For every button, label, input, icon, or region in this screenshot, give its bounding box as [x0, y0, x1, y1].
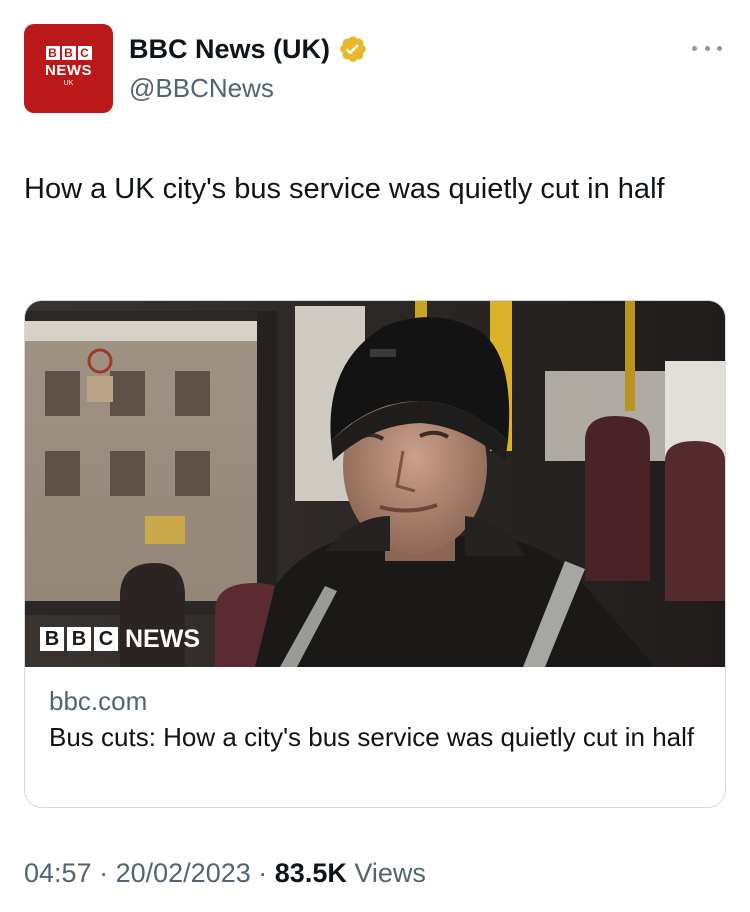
watermark-news-text: NEWS [125, 625, 200, 653]
avatar[interactable]: B B C NEWS UK [24, 24, 113, 113]
bbc-block-2: B [61, 46, 76, 60]
card-domain: bbc.com [49, 686, 148, 716]
card-image[interactable]: B B C NEWS [25, 301, 725, 667]
user-handle[interactable]: @BBCNews [129, 72, 274, 104]
card-photo [25, 301, 725, 667]
tweet-header: B B C NEWS UK BBC News (UK) @BBCNews [24, 24, 726, 116]
more-options-button[interactable] [692, 40, 722, 56]
link-card[interactable]: B B C NEWS bbc.com Bus cuts: How a city'… [24, 300, 726, 808]
tweet-text: How a UK city's bus service was quietly … [24, 173, 665, 205]
meta-separator: · [258, 858, 268, 888]
tweet-time[interactable]: 04:57 [24, 858, 92, 888]
watermark-block-2: B [67, 627, 91, 651]
card-title[interactable]: Bus cuts: How a city's bus service was q… [49, 720, 699, 755]
card-info: bbc.com Bus cuts: How a city's bus servi… [49, 685, 699, 755]
bbc-block-1: B [45, 46, 60, 60]
bbc-logo-blocks: B B C [24, 46, 113, 60]
bbc-block-3: C [77, 46, 92, 60]
watermark-block-1: B [40, 627, 64, 651]
bbc-news-watermark: B B C NEWS [40, 625, 200, 653]
display-name[interactable]: BBC News (UK) [129, 31, 330, 67]
name-row: BBC News (UK) [129, 31, 368, 67]
views-label: Views [354, 858, 426, 888]
watermark-block-3: C [94, 627, 118, 651]
meta-separator: · [99, 858, 109, 888]
more-horizontal-icon [692, 45, 697, 51]
avatar-news-text: NEWS [45, 62, 92, 79]
avatar-region-text: UK [63, 80, 74, 87]
tweet-date[interactable]: 20/02/2023 [116, 858, 251, 888]
more-horizontal-icon [704, 45, 710, 51]
verified-badge-icon[interactable] [338, 34, 368, 64]
tweet-meta: 04:57 · 20/02/2023 · 83.5K Views [24, 855, 426, 891]
more-horizontal-icon [717, 45, 722, 51]
views-count[interactable]: 83.5K [275, 858, 347, 888]
